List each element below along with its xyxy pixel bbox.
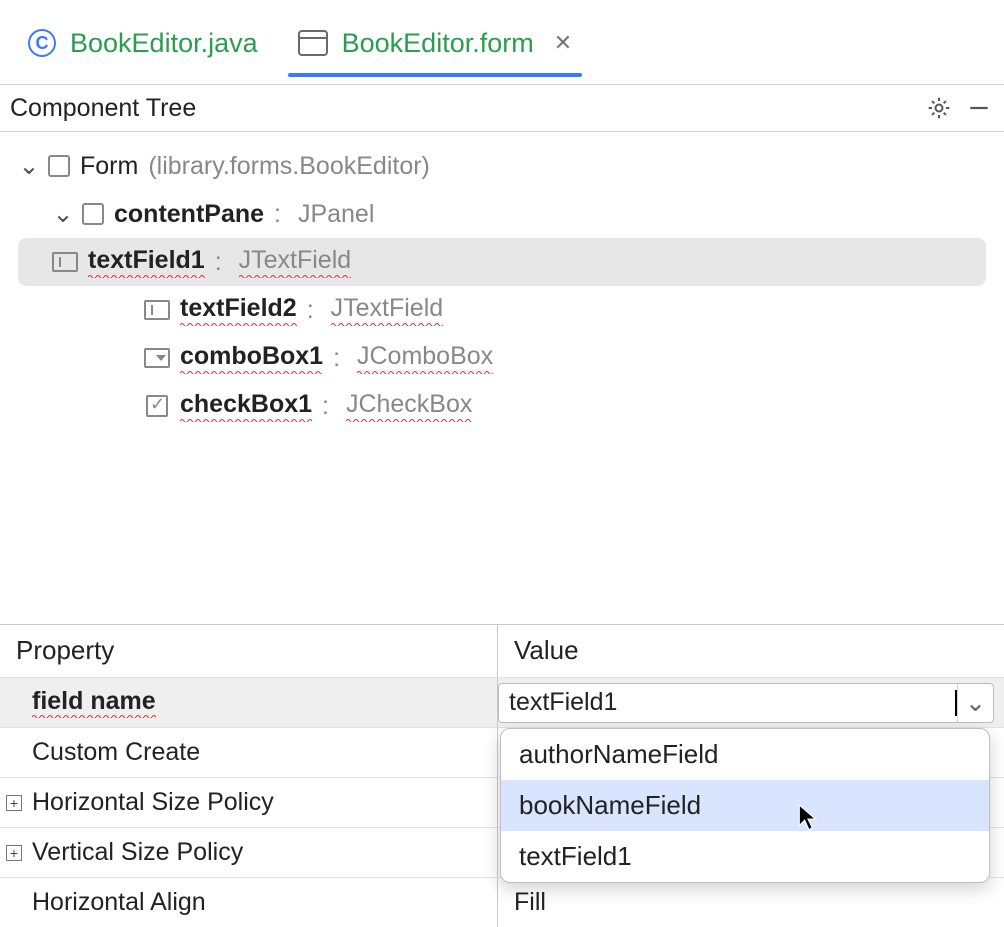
expand-icon[interactable]: + — [6, 795, 22, 811]
property-table-header: Property Value — [0, 625, 1004, 677]
tab-label: BookEditor.form — [342, 28, 534, 59]
tree-node-textfield2[interactable]: textField2 : JTextField — [110, 286, 990, 334]
node-type: JTextField — [331, 294, 444, 326]
node-type: JPanel — [298, 200, 374, 229]
tree-node-contentpane[interactable]: ⌄ contentPane : JPanel — [48, 190, 990, 238]
header-property: Property — [0, 625, 498, 677]
property-row-horizontal-align[interactable]: Horizontal Align Fill — [0, 877, 1004, 927]
close-icon[interactable]: ✕ — [554, 30, 572, 56]
dropdown-option[interactable]: authorNameField — [501, 729, 989, 780]
node-name: Form — [80, 152, 138, 181]
node-type: (library.forms.BookEditor) — [148, 152, 430, 181]
class-icon: C — [28, 29, 56, 57]
dropdown-option[interactable]: bookNameField — [501, 780, 989, 831]
combobox-icon — [144, 347, 170, 369]
tree-node-combobox1[interactable]: comboBox1 : JComboBox — [110, 334, 990, 382]
property-value: Fill — [498, 888, 1004, 917]
header-value: Value — [498, 625, 1004, 677]
node-type: JCheckBox — [346, 390, 472, 422]
container-icon — [48, 155, 70, 177]
tree-node-textfield1[interactable]: textField1 : JTextField — [18, 238, 986, 286]
tab-bookeditor-form[interactable]: BookEditor.form ✕ — [298, 28, 573, 77]
property-name: field name — [32, 687, 156, 718]
dropdown-option[interactable]: textField1 — [501, 831, 989, 882]
component-tree-header: Component Tree — [0, 84, 1004, 132]
node-name: comboBox1 — [180, 342, 323, 374]
tab-bookeditor-java[interactable]: C BookEditor.java — [28, 28, 258, 77]
field-name-value: textField1 — [509, 688, 953, 717]
minimize-icon[interactable] — [966, 95, 992, 121]
property-name: Custom Create — [32, 738, 200, 767]
container-icon — [82, 203, 104, 225]
field-name-input[interactable]: textField1 ⌄ — [498, 683, 994, 723]
node-name: contentPane — [114, 200, 264, 229]
property-name: Vertical Size Policy — [32, 838, 243, 867]
editor-tabs: C BookEditor.java BookEditor.form ✕ — [0, 0, 1004, 84]
node-name: textField1 — [88, 246, 205, 278]
panel-title: Component Tree — [10, 94, 196, 123]
node-name: textField2 — [180, 294, 297, 326]
tree-node-checkbox1[interactable]: checkBox1 : JCheckBox — [110, 382, 990, 430]
chevron-down-icon[interactable]: ⌄ — [957, 684, 993, 722]
gear-icon[interactable] — [926, 95, 952, 121]
node-type: JComboBox — [357, 342, 493, 374]
component-tree: ⌄ Form (library.forms.BookEditor) ⌄ cont… — [0, 132, 1004, 440]
tree-node-form[interactable]: ⌄ Form (library.forms.BookEditor) — [14, 142, 990, 190]
property-row-field-name[interactable]: field name textField1 ⌄ — [0, 677, 1004, 727]
node-name: checkBox1 — [180, 390, 312, 422]
form-icon — [298, 30, 328, 56]
textfield-icon — [52, 251, 78, 273]
expand-icon[interactable]: + — [6, 845, 22, 861]
tab-label: BookEditor.java — [70, 28, 258, 59]
node-type: JTextField — [239, 246, 352, 278]
property-name: Horizontal Align — [32, 888, 206, 917]
property-name: Horizontal Size Policy — [32, 788, 274, 817]
textfield-icon — [144, 299, 170, 321]
chevron-down-icon[interactable]: ⌄ — [20, 151, 38, 181]
chevron-down-icon[interactable]: ⌄ — [54, 199, 72, 229]
field-name-dropdown: authorNameField bookNameField textField1 — [500, 728, 990, 883]
checkbox-icon — [144, 395, 170, 417]
